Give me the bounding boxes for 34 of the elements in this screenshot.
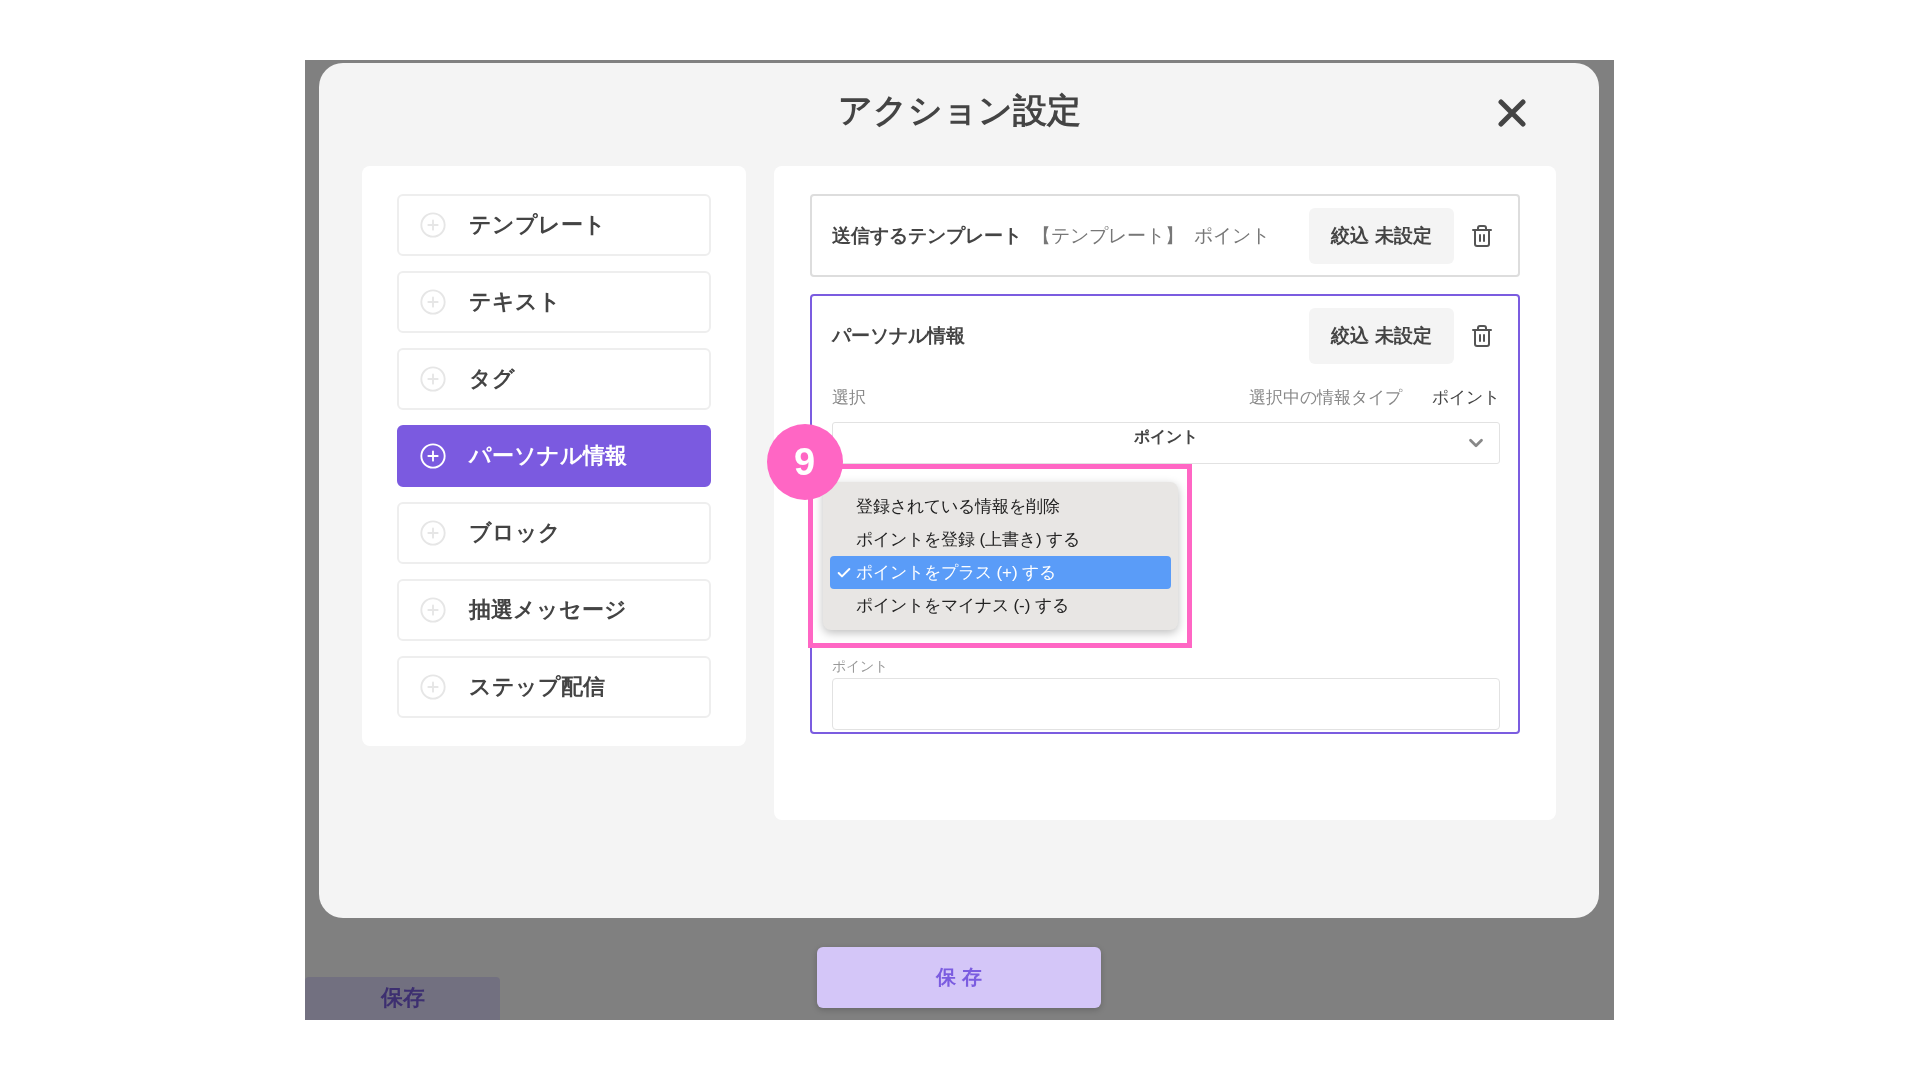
trash-icon [1470, 324, 1494, 348]
action-title: パーソナル情報 [831, 324, 965, 348]
plus-circle-icon [419, 673, 447, 701]
plus-circle-icon [419, 365, 447, 393]
window-title: アクション設定 [837, 89, 1081, 131]
field-label: ポイント [831, 658, 888, 676]
type-label: 選択中の情報タイプ [1249, 386, 1402, 409]
plus-circle-icon [419, 442, 447, 470]
select-field[interactable]: ポイント [831, 422, 1500, 464]
action-type-item[interactable]: テキスト [397, 271, 711, 333]
plus-circle-icon [419, 288, 447, 316]
action-type-item[interactable]: パーソナル情報 [397, 425, 711, 487]
plus-circle-icon [419, 519, 447, 547]
plus-circle-icon [419, 211, 447, 239]
action-type-item[interactable]: 抽選メッセージ [397, 579, 711, 641]
filter-button[interactable]: 絞込 未設定 [1309, 207, 1454, 264]
type-value: ポイント [1432, 386, 1500, 409]
action-type-item[interactable]: タグ [397, 348, 711, 410]
close-icon [1496, 97, 1528, 129]
filter-button[interactable]: 絞込 未設定 [1309, 308, 1454, 364]
template-type: ポイント [1193, 223, 1270, 248]
action-title: 送信するテンプレート [831, 223, 1022, 248]
step-badge: 9 [766, 424, 843, 500]
template-name: 【テンプレート】 [1031, 223, 1184, 248]
trash-icon [1470, 223, 1494, 248]
action-type-item[interactable]: ステップ配信 [397, 656, 711, 718]
input-field[interactable] [831, 678, 1500, 730]
plus-circle-icon [419, 596, 447, 624]
dropdown-option[interactable]: ポイントをマイナス (-) する [829, 589, 1171, 622]
dropdown-option[interactable]: ポイントを登録 (上書き) する [829, 523, 1171, 556]
select-label: 選択 [831, 386, 866, 409]
action-type-item[interactable]: テンプレート [397, 194, 711, 256]
action-type-item[interactable]: ブロック [397, 502, 711, 564]
close-button[interactable] [1496, 97, 1528, 129]
